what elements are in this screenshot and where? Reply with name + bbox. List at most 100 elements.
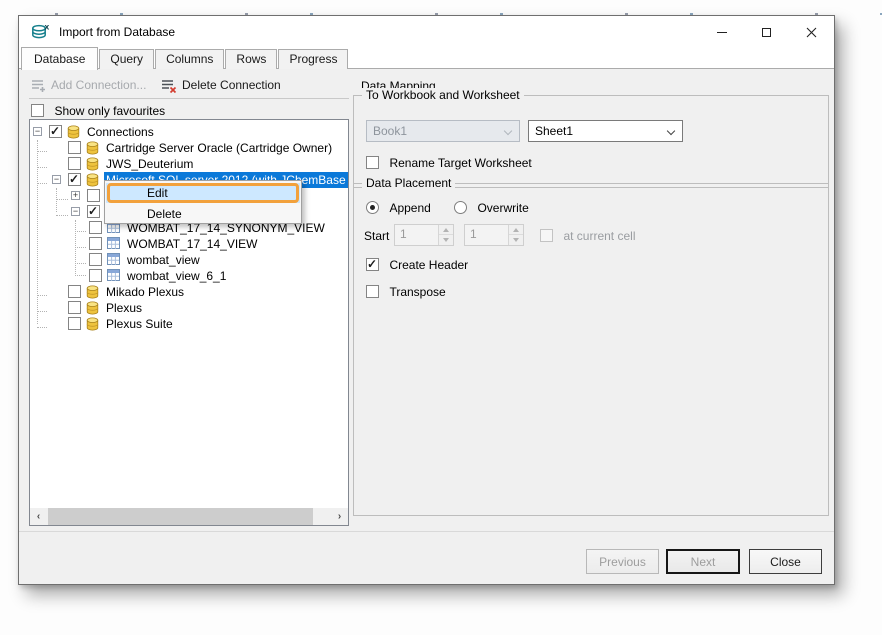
tree-item-label: Cartridge Server Oracle (Cartridge Owner… [104, 140, 334, 156]
svg-text:x: x [45, 23, 50, 32]
tree-item-wombat-view-6-1[interactable]: wombat_view_6_1 [30, 268, 348, 284]
tree-checkbox[interactable] [68, 317, 81, 330]
overwrite-radio[interactable]: Overwrite [454, 199, 529, 217]
context-menu-item-edit[interactable]: Edit [106, 183, 300, 203]
tree-item-plexus[interactable]: Plexus [30, 300, 348, 316]
tree-checkbox[interactable] [68, 285, 81, 298]
radio-circle-icon [454, 201, 467, 214]
minimize-button[interactable] [699, 16, 744, 48]
context-menu-item-delete[interactable]: Delete [106, 204, 300, 224]
tabstrip: DatabaseQueryColumnsRowsProgress [19, 48, 834, 69]
spin-down-icon[interactable] [439, 235, 453, 245]
add-connection-button[interactable]: Add Connection... [31, 75, 146, 95]
tree-checkbox[interactable] [89, 237, 102, 250]
rename-target-worksheet-label: Rename Target Worksheet [389, 156, 531, 170]
spin-down-icon[interactable] [509, 235, 523, 245]
checkbox-box [366, 156, 379, 169]
chevron-down-icon [667, 127, 675, 135]
tree-item-label: JWS_Deuterium [104, 156, 195, 172]
toolbar-separator [29, 98, 349, 99]
expander-minus-icon[interactable] [52, 175, 61, 184]
spinner-buttons [438, 225, 453, 245]
expander-plus-icon[interactable] [71, 191, 80, 200]
tab-progress[interactable]: Progress [278, 49, 348, 69]
list-plus-icon [31, 78, 46, 93]
titlebar: x Import from Database [19, 16, 834, 48]
start-col-spinner[interactable]: 1 [464, 224, 524, 246]
data-placement-group: Data Placement Append Overwrite Start 1 … [353, 183, 829, 516]
tree-checkbox[interactable] [68, 141, 81, 154]
table-icon [107, 269, 120, 281]
tree-checkbox-checked[interactable] [87, 205, 100, 218]
spinner-buttons [508, 225, 523, 245]
delete-connection-button[interactable]: Delete Connection [161, 75, 281, 95]
append-radio[interactable]: Append [366, 199, 431, 217]
list-remove-icon [161, 78, 177, 93]
scrollbar-thumb[interactable] [48, 508, 313, 525]
import-from-database-dialog: x Import from Database DatabaseQueryColu… [18, 15, 835, 585]
tree-checkbox-checked[interactable] [68, 173, 81, 186]
expander-minus-icon[interactable] [71, 207, 80, 216]
rename-target-worksheet-checkbox[interactable]: Rename Target Worksheet [366, 154, 532, 172]
database-icon [86, 317, 99, 331]
tree-item-label: Mikado Plexus [104, 284, 186, 300]
worksheet-value: Sheet1 [535, 121, 573, 141]
tree-item-connections[interactable]: Connections [30, 124, 348, 140]
workbook-group-legend: To Workbook and Worksheet [362, 88, 524, 102]
chevron-down-icon [504, 127, 512, 135]
tree-item-label: Plexus Suite [104, 316, 175, 332]
screenshot-stage: x Import from Database DatabaseQueryColu… [0, 0, 882, 635]
table-icon [107, 253, 120, 265]
start-label: Start [364, 229, 389, 243]
tree-item-wombat-view[interactable]: wombat_view [30, 252, 348, 268]
database-icon [86, 285, 99, 299]
tree-checkbox[interactable] [89, 269, 102, 282]
at-current-cell-checkbox[interactable]: at current cell [540, 227, 635, 245]
tree-item-label: wombat_view [125, 252, 202, 268]
horizontal-scrollbar[interactable]: ‹ › [30, 508, 348, 525]
tree-item-label: WOMBAT_17_14_VIEW [125, 236, 260, 252]
scroll-right-arrow-icon[interactable]: › [331, 508, 348, 525]
tree-checkbox[interactable] [68, 157, 81, 170]
workbook-value: Book1 [373, 121, 407, 141]
workbook-select[interactable]: Book1 [366, 120, 520, 142]
close-window-button[interactable] [789, 16, 834, 48]
spin-up-icon[interactable] [509, 225, 523, 235]
maximize-button[interactable] [744, 16, 789, 48]
spin-up-icon[interactable] [439, 225, 453, 235]
tree-checkbox[interactable] [68, 301, 81, 314]
tab-database[interactable]: Database [21, 47, 98, 70]
next-button[interactable]: Next [666, 549, 740, 574]
tree-checkbox-checked[interactable] [49, 125, 62, 138]
tree-item-jws-deuterium[interactable]: JWS_Deuterium [30, 156, 348, 172]
tree-item-plexus-suite[interactable]: Plexus Suite [30, 316, 348, 332]
expander-minus-icon[interactable] [33, 127, 42, 136]
tree-item-cartridge-server-oracle-cartridge-owner[interactable]: Cartridge Server Oracle (Cartridge Owner… [30, 140, 348, 156]
scroll-left-arrow-icon[interactable]: ‹ [30, 508, 47, 525]
app-icon: x [30, 23, 51, 47]
show-only-favourites-label: Show only favourites [54, 104, 165, 118]
maximize-icon [762, 28, 771, 37]
tree-checkbox[interactable] [87, 189, 100, 202]
start-row-spinner[interactable]: 1 [394, 224, 454, 246]
tab-columns[interactable]: Columns [155, 49, 224, 69]
worksheet-select[interactable]: Sheet1 [528, 120, 683, 142]
show-only-favourites-checkbox[interactable]: Show only favourites [31, 102, 165, 120]
start-row-value: 1 [400, 227, 407, 241]
tab-page-bottom-line [19, 531, 834, 532]
previous-button[interactable]: Previous [586, 549, 659, 574]
tab-query[interactable]: Query [99, 49, 154, 69]
transpose-checkbox[interactable]: Transpose [366, 283, 446, 301]
database-icon [86, 157, 99, 171]
tree-item-mikado-plexus[interactable]: Mikado Plexus [30, 284, 348, 300]
tree-checkbox[interactable] [89, 221, 102, 234]
database-icon [86, 301, 99, 315]
tree-checkbox[interactable] [89, 253, 102, 266]
add-connection-label: Add Connection... [51, 78, 146, 92]
tab-rows[interactable]: Rows [225, 49, 277, 69]
tree-item-wombat-17-14-view[interactable]: WOMBAT_17_14_VIEW [30, 236, 348, 252]
close-button[interactable]: Close [749, 549, 822, 574]
tree-context-menu: Edit Delete [104, 180, 302, 224]
overwrite-label: Overwrite [477, 201, 528, 215]
create-header-checkbox[interactable]: Create Header [366, 256, 468, 274]
